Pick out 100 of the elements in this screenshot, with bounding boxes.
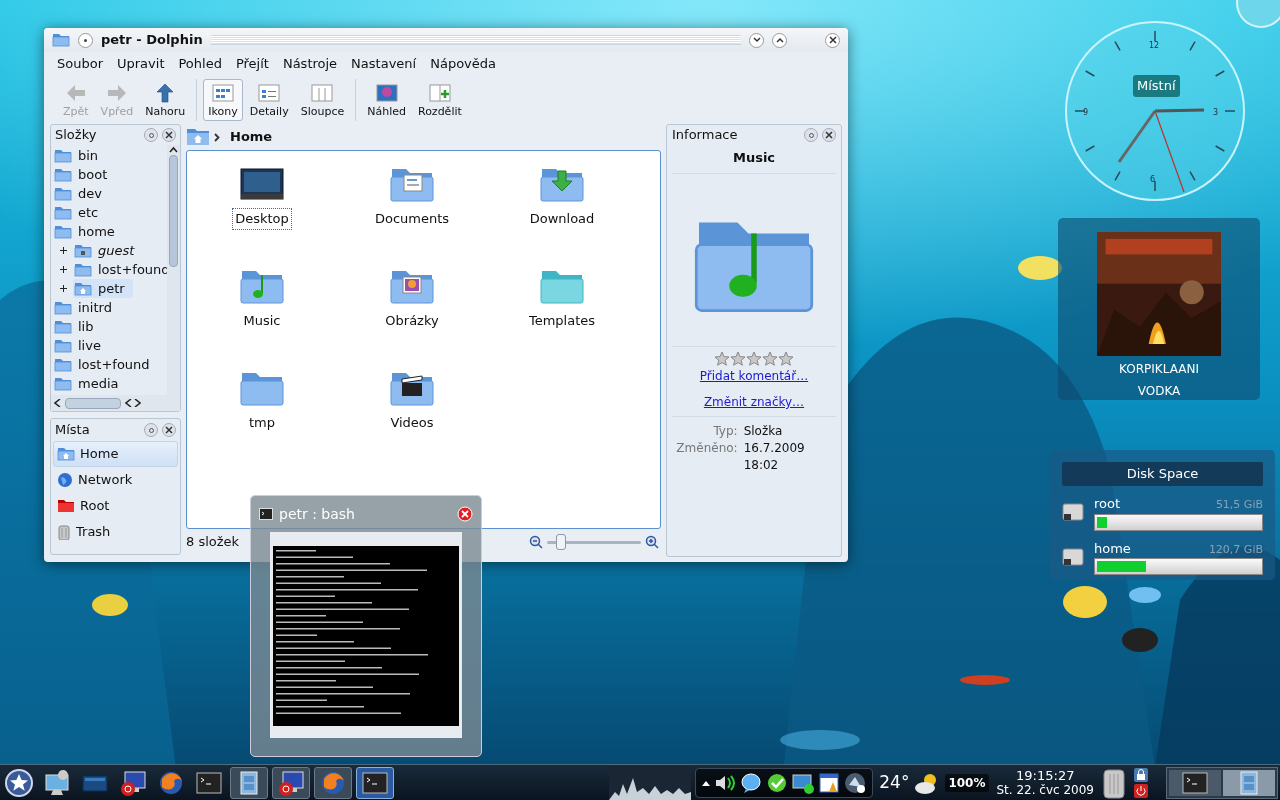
close-icon xyxy=(165,426,173,434)
toolbar-button[interactable]: Sloupce xyxy=(295,79,350,121)
menu-item[interactable]: Přejít xyxy=(230,54,274,74)
lock-icon[interactable] xyxy=(1134,767,1148,782)
file-item[interactable]: Desktop xyxy=(233,209,291,229)
globe-icon xyxy=(57,472,73,488)
menu-item[interactable]: Pohled xyxy=(173,54,227,74)
file-item[interactable]: Templates xyxy=(526,311,598,331)
places-item[interactable]: Root xyxy=(53,493,178,519)
toolbar-button[interactable]: Ikony xyxy=(203,79,243,121)
panel-title: Složky xyxy=(55,126,97,145)
folder-tree-item[interactable]: petr xyxy=(73,279,133,298)
folder-tree-item[interactable]: boot xyxy=(53,165,116,184)
folder-tree-item[interactable]: bin xyxy=(53,146,107,165)
speech-bubble-icon[interactable] xyxy=(740,771,763,794)
link[interactable]: Změnit značky… xyxy=(703,393,805,411)
close-button[interactable] xyxy=(162,128,176,142)
home-folder-icon[interactable] xyxy=(186,128,210,146)
menu-item[interactable]: Nápověda xyxy=(425,54,501,74)
file-item[interactable]: tmp xyxy=(247,413,277,433)
close-button[interactable] xyxy=(822,128,836,142)
folder-tree-item[interactable]: guest xyxy=(73,241,143,260)
menu-item[interactable]: Nástroje xyxy=(277,54,343,74)
places-item[interactable]: Network xyxy=(53,467,178,493)
clock-numeral: 12 xyxy=(1149,40,1160,52)
link[interactable]: Přidat komentář… xyxy=(699,367,809,385)
file-item[interactable]: Music xyxy=(241,311,283,331)
folder-tree-item[interactable]: home xyxy=(53,222,123,241)
toolbar-button[interactable]: Detaily xyxy=(244,79,294,121)
task-button[interactable] xyxy=(356,766,394,799)
menu-item[interactable]: Soubor xyxy=(52,54,108,74)
file-item[interactable]: Documents xyxy=(372,209,452,229)
scroll-up-icon[interactable] xyxy=(169,145,178,155)
fish xyxy=(92,594,128,616)
task-button[interactable] xyxy=(230,766,268,799)
folder-icon xyxy=(54,148,72,163)
scroll-left-icon[interactable] xyxy=(54,399,61,407)
folder-tree-item[interactable]: initrd xyxy=(53,298,120,317)
file-item[interactable]: Download xyxy=(527,209,597,229)
artist-name: KORPIKLAANI xyxy=(1119,361,1199,378)
clock-numeral: 6 xyxy=(1150,174,1156,186)
trash-icon[interactable] xyxy=(1102,766,1126,799)
close-icon xyxy=(825,131,833,139)
task-button[interactable] xyxy=(272,766,310,799)
preview-title: petr : bash xyxy=(279,504,356,524)
disk-name: root xyxy=(1094,495,1121,513)
file-item[interactable]: Obrázky xyxy=(383,311,441,331)
toolbar-button[interactable]: Nahoru xyxy=(140,79,191,121)
network-icon[interactable] xyxy=(792,771,815,794)
split-view-icon xyxy=(428,81,451,104)
monitor-icon xyxy=(119,768,147,797)
menu-item[interactable]: Nastavení xyxy=(346,54,422,74)
places-item[interactable]: Home xyxy=(53,441,178,467)
zoom-in-icon[interactable] xyxy=(645,535,659,549)
update-icon[interactable] xyxy=(844,771,867,794)
close-icon[interactable] xyxy=(828,36,837,44)
toolbar-button[interactable]: Rozdělit xyxy=(413,79,467,121)
folder-tree-item[interactable]: lib xyxy=(53,317,102,336)
timezone-label: Místní xyxy=(1133,75,1180,97)
folder-icon xyxy=(54,186,72,201)
minimize-icon[interactable] xyxy=(752,37,761,43)
rating-stars[interactable] xyxy=(714,351,794,366)
folder-icon xyxy=(54,357,72,372)
scrollbar[interactable] xyxy=(167,145,180,395)
scroll-arrows-icon[interactable] xyxy=(125,399,141,407)
columns-icon xyxy=(311,81,334,104)
close-icon xyxy=(165,131,173,139)
close-button[interactable] xyxy=(162,423,176,437)
folder-tree-item[interactable]: live xyxy=(53,336,109,355)
folder-tree-item[interactable]: dev xyxy=(53,184,110,203)
desktop-pager[interactable] xyxy=(1166,766,1278,799)
folder-icon xyxy=(57,499,75,513)
folder-tree-item[interactable]: lost+found xyxy=(53,355,158,374)
horizontal-scrollbar[interactable] xyxy=(51,395,180,411)
places-item[interactable]: Trash xyxy=(53,519,178,545)
fish xyxy=(1063,586,1107,618)
picture-icon xyxy=(375,81,398,104)
home-folder-icon xyxy=(57,447,75,461)
file-item[interactable]: Videos xyxy=(388,413,436,433)
list-view-icon xyxy=(258,81,281,104)
disk-size: 120,7 GiB xyxy=(1208,541,1263,558)
folder-tree-item[interactable]: etc xyxy=(53,203,107,222)
folder-icon xyxy=(54,376,72,391)
folder-icon xyxy=(52,33,70,47)
zoom-slider[interactable] xyxy=(547,534,641,550)
check-icon[interactable] xyxy=(766,771,789,794)
chevron-right-icon xyxy=(214,132,220,142)
menu-item[interactable]: Upravit xyxy=(112,54,170,74)
maximize-icon[interactable] xyxy=(775,37,784,43)
folder-icon xyxy=(54,205,72,220)
zoom-out-icon[interactable] xyxy=(529,535,543,549)
toolbar-button[interactable]: Náhled xyxy=(362,79,411,121)
breadcrumb-item[interactable]: Home xyxy=(230,127,273,147)
item-name: Music xyxy=(732,149,776,168)
power-icon[interactable] xyxy=(1134,783,1148,798)
calendar-icon[interactable] xyxy=(818,771,841,794)
pin-icon[interactable] xyxy=(78,32,93,48)
caret-up-icon[interactable] xyxy=(702,779,711,786)
folder-tree-item[interactable]: media xyxy=(53,374,127,393)
task-button[interactable] xyxy=(314,766,352,799)
